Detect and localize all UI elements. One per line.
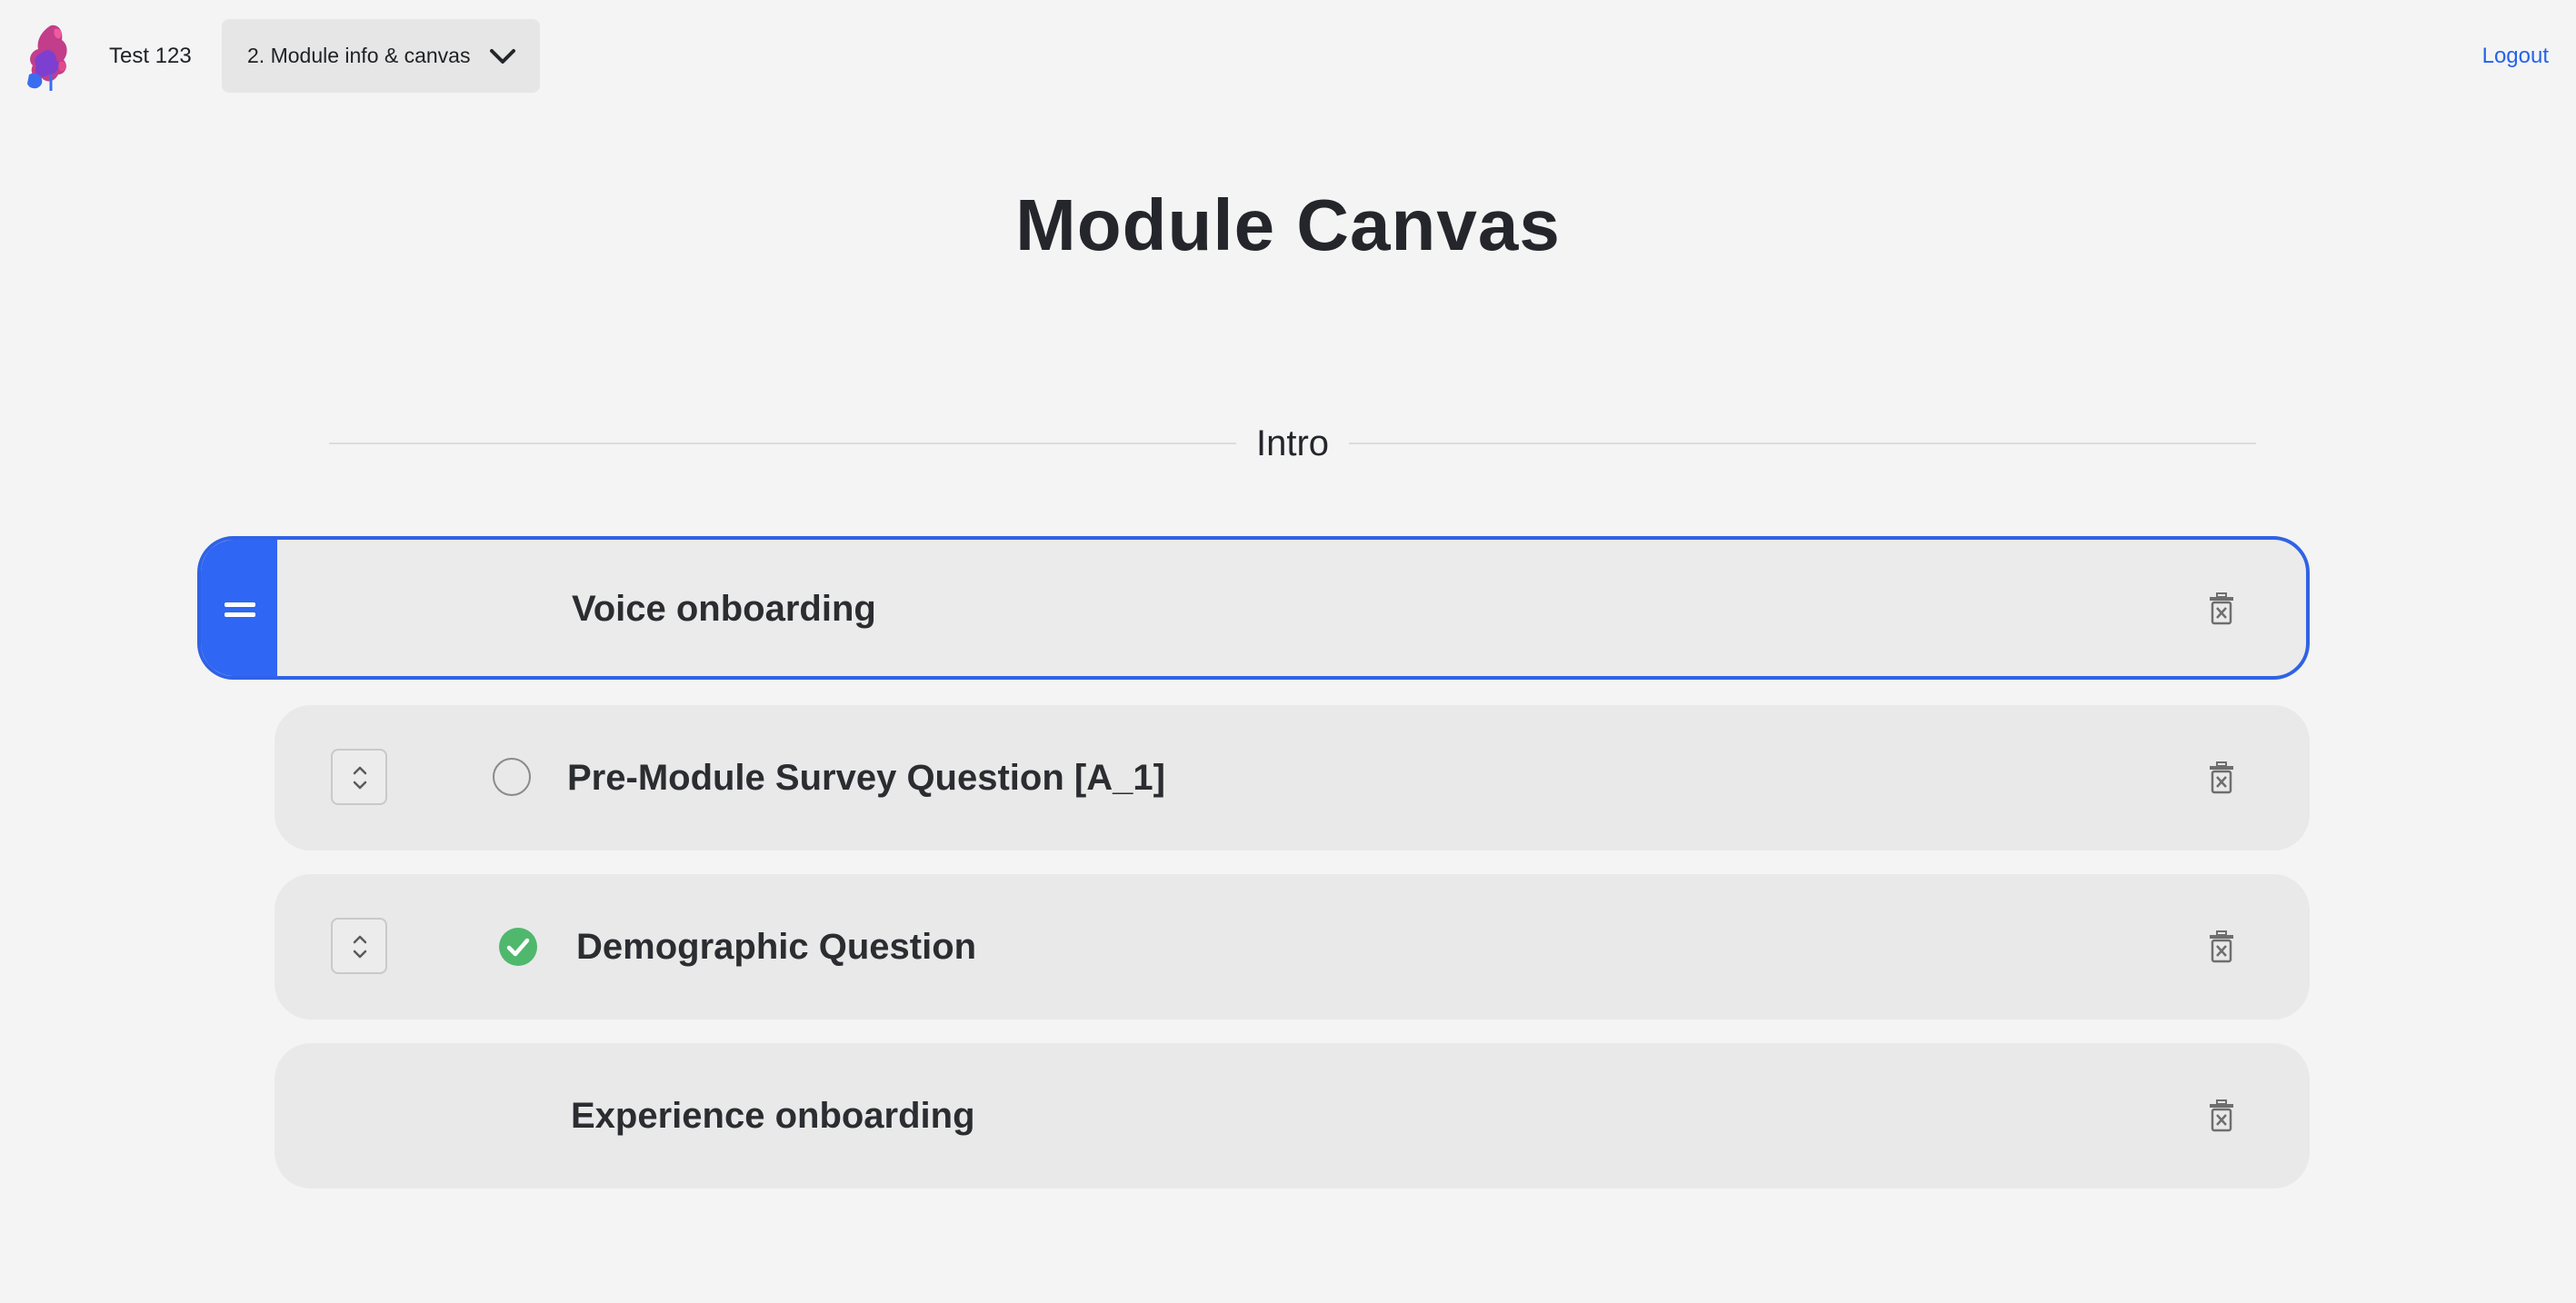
canvas-item-pre-module-survey[interactable]: Pre-Module Survey Question [A_1]: [275, 705, 2310, 850]
reorder-stepper-icon[interactable]: [331, 749, 387, 805]
page-title: Module Canvas: [1015, 184, 1561, 265]
item-title: Pre-Module Survey Question [A_1]: [567, 758, 1165, 798]
trash-icon[interactable]: [2209, 930, 2234, 963]
logout-link[interactable]: Logout: [2482, 42, 2549, 71]
trash-icon[interactable]: [2209, 761, 2234, 794]
reorder-stepper-icon[interactable]: [331, 918, 387, 974]
project-name: Test 123: [109, 44, 192, 68]
trash-icon[interactable]: [2209, 1099, 2234, 1132]
app-logo[interactable]: [24, 20, 82, 93]
chevron-down-icon: [490, 49, 515, 64]
empty-circle-icon: [493, 758, 531, 796]
section-divider-intro: Intro: [329, 422, 2257, 465]
drag-handle-icon[interactable]: [201, 540, 277, 676]
step-select-dropdown[interactable]: 2. Module info & canvas: [222, 19, 540, 93]
divider-line-right: [1349, 443, 2257, 444]
step-select-value: 2. Module info & canvas: [247, 44, 471, 67]
divider-line-left: [329, 443, 1236, 444]
canvas-item-voice-onboarding[interactable]: Voice onboarding: [197, 536, 2310, 680]
module-canvas-page: Test 123 2. Module info & canvas Logout …: [0, 0, 2576, 1303]
canvas-item-experience-onboarding[interactable]: Experience onboarding: [275, 1043, 2310, 1189]
check-circle-icon: [499, 928, 537, 966]
canvas-item-demographic-question[interactable]: Demographic Question: [275, 874, 2310, 1020]
item-title: Experience onboarding: [571, 1096, 975, 1136]
section-label: Intro: [1255, 423, 1330, 463]
item-title: Voice onboarding: [572, 589, 876, 629]
item-title: Demographic Question: [576, 927, 977, 967]
trash-icon[interactable]: [2209, 592, 2234, 625]
